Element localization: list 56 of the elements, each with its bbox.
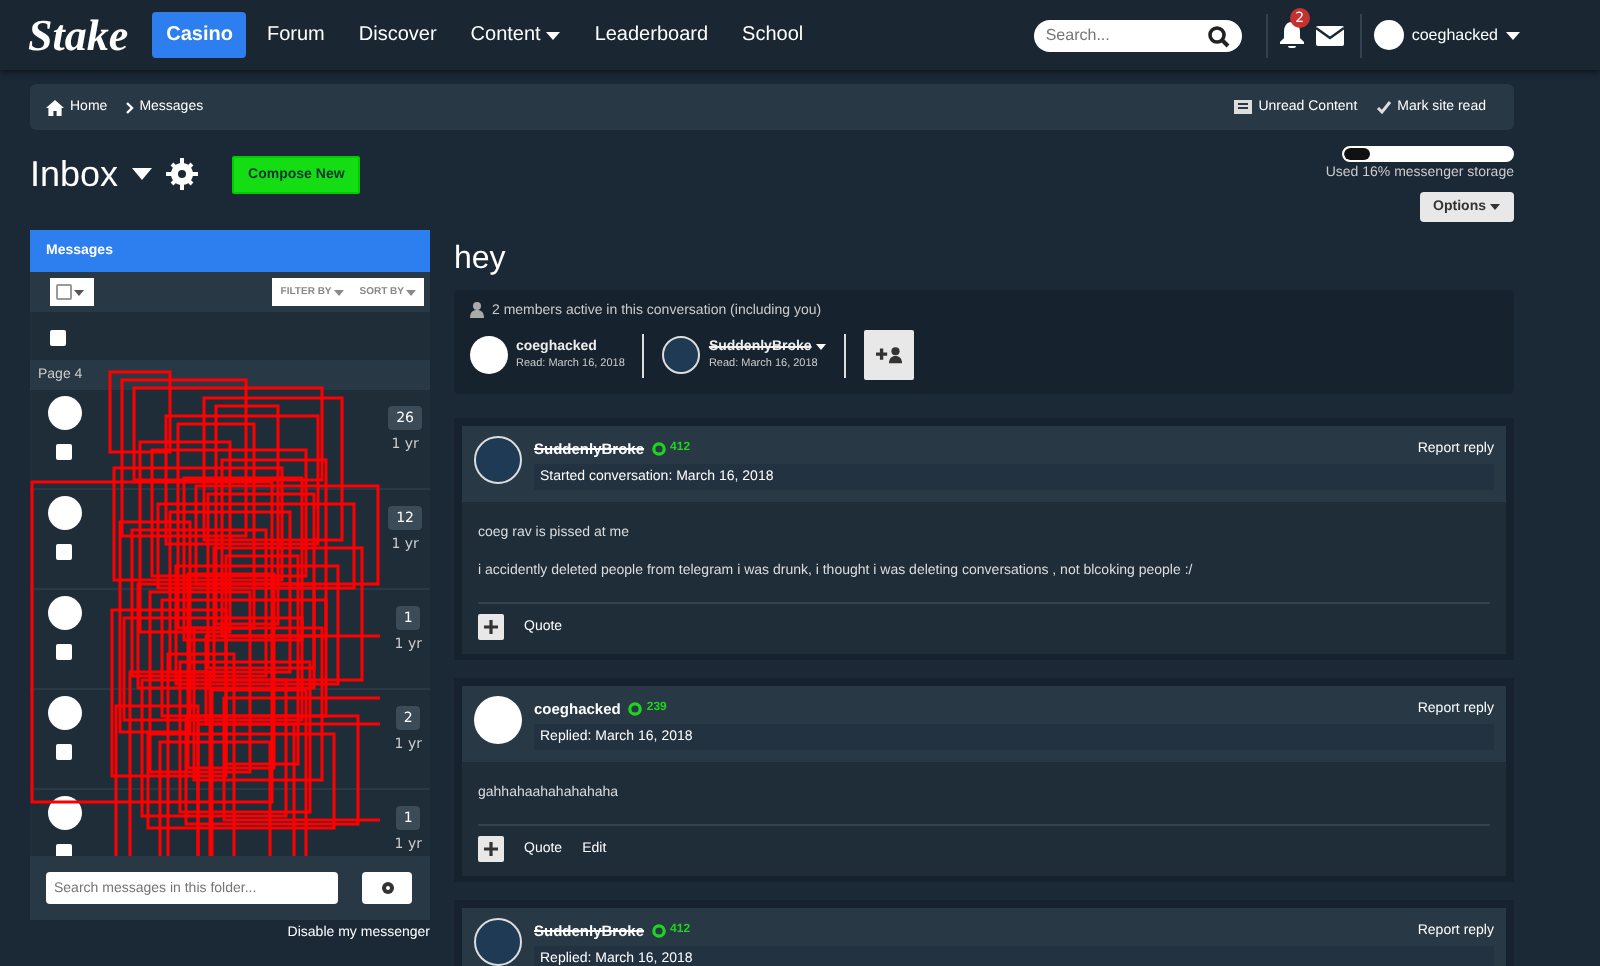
- list-icon: [1234, 100, 1253, 114]
- caret-icon: [74, 289, 84, 295]
- expand-button[interactable]: [478, 836, 504, 862]
- user-icon: [470, 302, 484, 318]
- caret-icon: [1506, 31, 1520, 39]
- reputation-icon: [628, 701, 643, 715]
- caret-icon: [406, 289, 416, 295]
- nav-item[interactable]: Forum: [252, 12, 339, 58]
- home-icon: [46, 99, 64, 115]
- plus-icon: [484, 620, 498, 634]
- check-icon: [1375, 100, 1392, 114]
- logo[interactable]: Stake: [28, 9, 129, 61]
- conversation-title: hey: [454, 242, 508, 278]
- checkbox[interactable]: [56, 544, 72, 560]
- avatar: [47, 396, 81, 430]
- chevron-icon: [125, 101, 134, 113]
- caret-icon: [333, 289, 344, 295]
- avatar: [474, 436, 522, 484]
- avatar: [47, 596, 81, 630]
- caret-icon: [815, 344, 826, 350]
- avatar: [47, 796, 81, 830]
- caret-icon: [1490, 204, 1500, 210]
- nav-item[interactable]: School: [728, 12, 818, 58]
- checkbox[interactable]: [56, 284, 72, 300]
- add-participant-button[interactable]: [863, 330, 914, 380]
- checkbox[interactable]: [50, 330, 66, 346]
- checkbox[interactable]: [56, 744, 72, 760]
- avatar: [474, 696, 522, 744]
- avatar: [47, 696, 81, 730]
- avatar: [474, 918, 522, 966]
- user-menu[interactable]: coeghacked: [1373, 20, 1520, 50]
- checkbox[interactable]: [56, 844, 72, 856]
- reputation-icon: [652, 441, 667, 455]
- nav-item[interactable]: Leaderboard: [580, 12, 723, 58]
- nav-item[interactable]: Casino: [152, 12, 247, 58]
- plus-icon: [484, 842, 498, 856]
- caret-icon: [546, 31, 561, 39]
- avatar: [47, 496, 81, 530]
- caret-icon: [132, 168, 153, 180]
- user-avatar: [1373, 20, 1404, 50]
- search-icon: [1207, 25, 1230, 47]
- settings-button[interactable]: [362, 872, 412, 904]
- search-field[interactable]: Search...: [1033, 19, 1242, 51]
- checkbox[interactable]: [56, 644, 72, 660]
- folder-title[interactable]: Inbox: [30, 153, 119, 195]
- checkbox[interactable]: [56, 444, 72, 460]
- bell-icon: [1279, 22, 1304, 48]
- expand-button[interactable]: [478, 614, 504, 640]
- nav-item[interactable]: Content: [456, 12, 575, 58]
- envelope-icon: [1315, 25, 1344, 45]
- add-user-icon: [875, 346, 902, 364]
- select-all-dropdown[interactable]: [50, 278, 94, 306]
- reputation-icon: [652, 923, 667, 937]
- nav-item[interactable]: Discover: [344, 12, 451, 58]
- avatar: [470, 336, 508, 374]
- avatar: [662, 336, 701, 374]
